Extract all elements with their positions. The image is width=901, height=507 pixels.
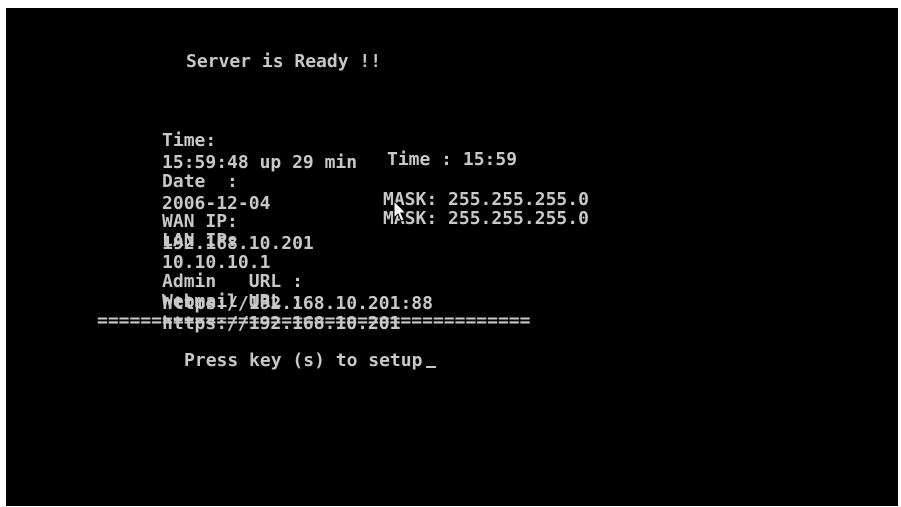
uptime-label: Time: — [162, 130, 217, 151]
wan-mask-value: 255.255.255.0 — [448, 189, 589, 210]
lan-ip-line: LAN IP: 10.10.10.1 MASK: 255.255.255.0 — [97, 208, 589, 273]
wan-mask-label: MASK: — [383, 189, 438, 210]
time-label: Time : — [387, 149, 453, 170]
setup-prompt-line[interactable]: Press key (s) to setup — [119, 328, 437, 371]
webmail-url-line: Webmail URL : https://192.168.10.201 — [97, 269, 400, 334]
lan-ip-label: LAN IP: — [162, 230, 238, 251]
lan-mask-label: MASK: — [383, 208, 438, 229]
date-line: Date : 2006-12-04 Time : 15:59 — [97, 149, 517, 214]
time-group: Time : 15:59 — [387, 149, 517, 171]
text-cursor-icon — [426, 366, 437, 368]
webmail-url-label: Webmail URL : — [162, 291, 303, 312]
time-value: 15:59 — [462, 149, 518, 170]
uptime-line: Time: 15:59:48 up 29 min — [97, 108, 357, 173]
server-ready-title: Server is Ready !! — [186, 51, 382, 72]
admin-url-line: Admin URL : https://192.168.10.201:88 — [97, 249, 433, 314]
lan-mask-group: MASK: 255.255.255.0 — [383, 208, 589, 230]
mouse-pointer-icon — [393, 200, 408, 222]
lan-mask-value: 255.255.255.0 — [448, 208, 589, 229]
console-text-area: Server is Ready !! Time: 15:59:48 up 29 … — [6, 8, 898, 506]
console-screen[interactable]: Server is Ready !! Time: 15:59:48 up 29 … — [6, 8, 898, 506]
setup-prompt-text: Press key (s) to setup — [184, 350, 423, 371]
